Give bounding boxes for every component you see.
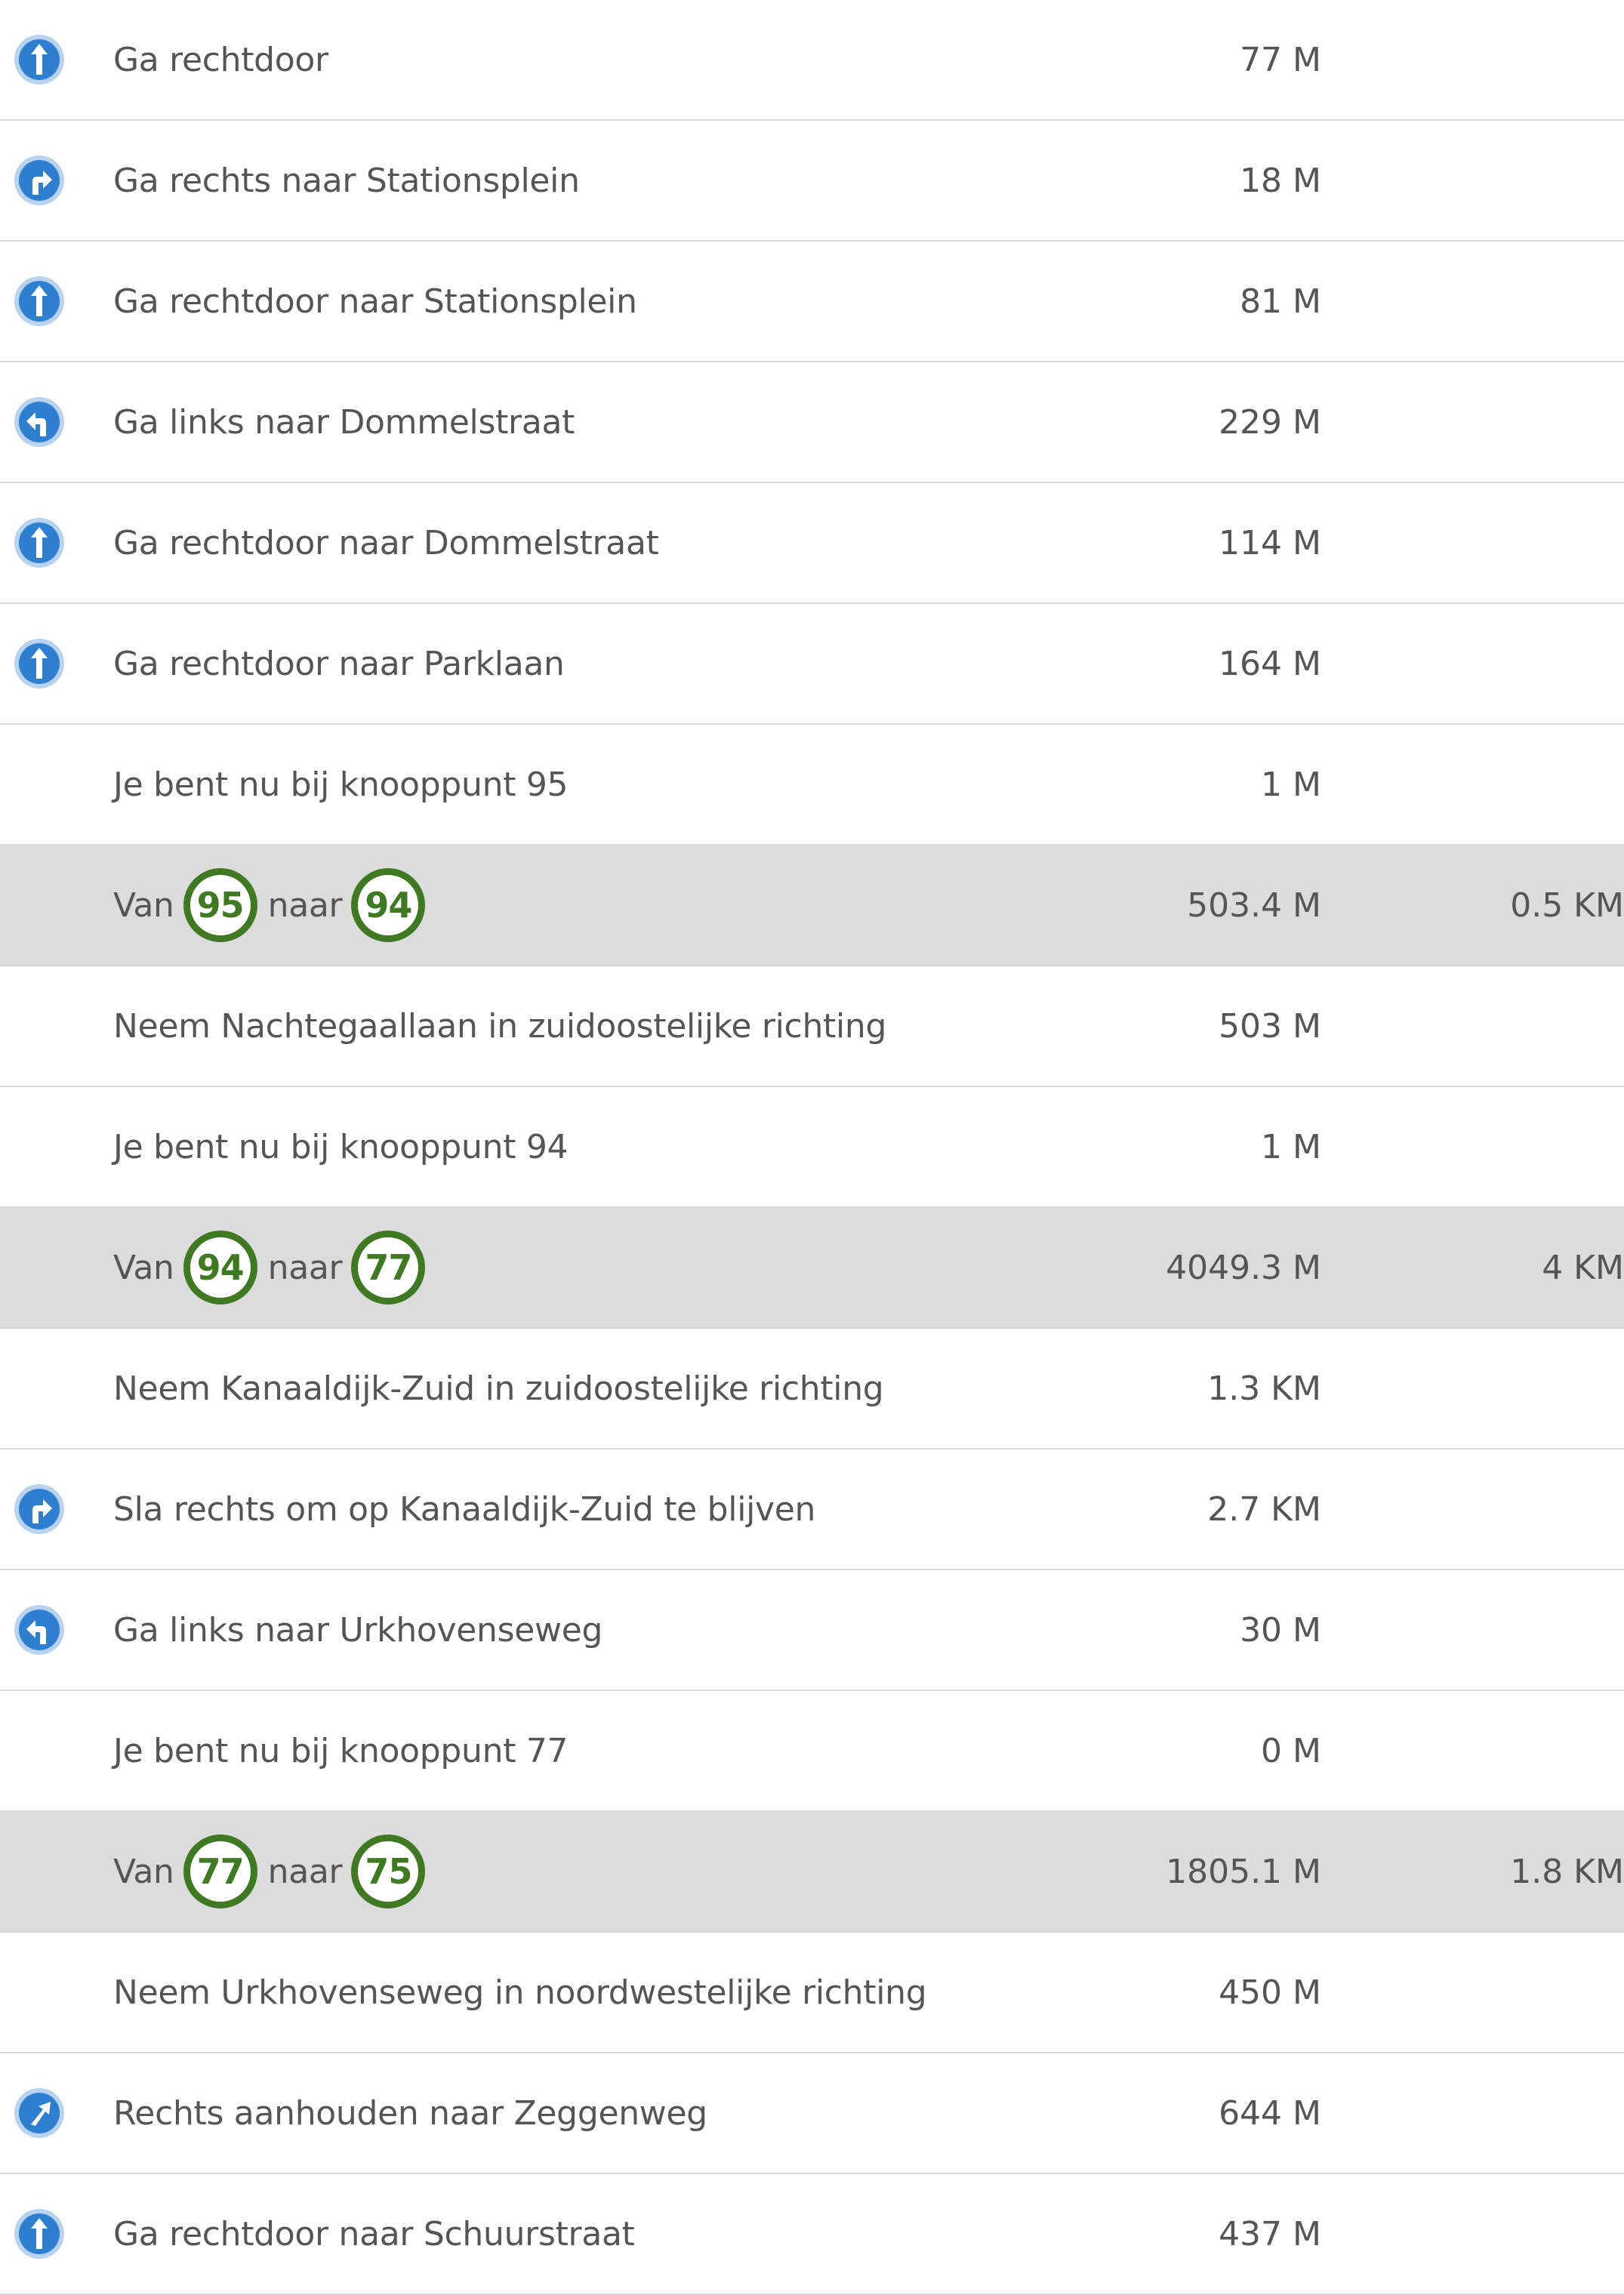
- segment-from-word: Van: [113, 1248, 174, 1287]
- node-badge-to: 77: [351, 1231, 426, 1305]
- step-instruction: Ga rechtdoor naar Stationsplein: [113, 282, 637, 321]
- turn-left-arrow-icon: [13, 1603, 66, 1656]
- route-step-row[interactable]: Ga rechtdoor naar Dommelstraat 114 M: [0, 483, 1624, 604]
- route-step-row[interactable]: Ga links naar Dommelstraat 229 M: [0, 362, 1624, 483]
- segment-label: Van 94 naar 77: [113, 1208, 426, 1327]
- route-step-row[interactable]: Neem Nachtegaallaan in zuidoostelijke ri…: [0, 966, 1624, 1087]
- route-step-row[interactable]: Je bent nu bij knooppunt 95 1 M: [0, 725, 1624, 846]
- step-instruction: Je bent nu bij knooppunt 94: [113, 1127, 569, 1166]
- route-step-row[interactable]: Ga rechtdoor naar Parklaan 164 M: [0, 604, 1624, 725]
- step-distance: 229 M: [1219, 402, 1321, 442]
- turn-right-arrow-icon: [13, 1483, 66, 1536]
- straight-arrow-icon: [13, 2207, 66, 2260]
- straight-arrow-icon: [13, 33, 66, 86]
- segment-from-word: Van: [113, 1852, 174, 1891]
- route-step-row[interactable]: Sla rechts om op Kanaaldijk-Zuid te blij…: [0, 1449, 1624, 1570]
- step-instruction: Sla rechts om op Kanaaldijk-Zuid te blij…: [113, 1489, 816, 1529]
- step-instruction: Je bent nu bij knooppunt 77: [113, 1731, 569, 1770]
- turn-left-arrow-icon: [13, 396, 66, 448]
- step-distance: 77 M: [1240, 40, 1321, 79]
- step-distance: 644 M: [1219, 2093, 1321, 2133]
- step-distance: 114 M: [1219, 523, 1321, 562]
- route-segment-row[interactable]: Van 94 naar 77 4049.3 M 4 KM: [0, 1208, 1624, 1329]
- segment-distance: 4049.3 M: [1166, 1248, 1321, 1287]
- route-segment-row[interactable]: Van 95 naar 94 503.4 M 0.5 KM: [0, 846, 1624, 966]
- step-instruction: Ga rechtdoor naar Schuurstraat: [113, 2214, 635, 2253]
- step-distance: 1 M: [1261, 1127, 1321, 1166]
- step-instruction: Ga rechts naar Stationsplein: [113, 161, 580, 200]
- step-distance: 503 M: [1219, 1006, 1321, 1046]
- step-instruction: Ga rechtdoor naar Dommelstraat: [113, 523, 659, 562]
- step-distance: 450 M: [1219, 1973, 1321, 2012]
- step-distance: 1 M: [1261, 765, 1321, 804]
- route-step-row[interactable]: Ga rechtdoor naar Stationsplein 81 M: [0, 242, 1624, 362]
- route-step-row[interactable]: Ga rechtdoor 77 M: [0, 0, 1624, 121]
- node-badge-from: 95: [183, 868, 257, 942]
- node-badge-to: 75: [351, 1834, 426, 1908]
- straight-arrow-icon: [13, 516, 66, 569]
- segment-label: Van 95 naar 94: [113, 846, 426, 965]
- segment-total-distance: 1.8 KM: [1510, 1852, 1624, 1891]
- step-distance: 2.7 KM: [1207, 1489, 1321, 1529]
- segment-from-word: Van: [113, 886, 174, 925]
- segment-to-word: naar: [267, 1852, 343, 1891]
- route-step-row[interactable]: Je bent nu bij knooppunt 77 0 M: [0, 1691, 1624, 1812]
- node-badge-from: 77: [183, 1834, 257, 1908]
- node-badge-to: 94: [351, 868, 426, 942]
- step-distance: 0 M: [1261, 1731, 1321, 1770]
- step-distance: 164 M: [1219, 644, 1321, 683]
- step-distance: 81 M: [1240, 282, 1321, 321]
- segment-to-word: naar: [267, 886, 343, 925]
- route-step-row[interactable]: Rechts aanhouden naar Zeggenweg 644 M: [0, 2053, 1624, 2174]
- step-instruction: Neem Urkhovenseweg in noordwestelijke ri…: [113, 1973, 927, 2012]
- route-segment-row[interactable]: Van 77 naar 75 1805.1 M 1.8 KM: [0, 1812, 1624, 1933]
- step-distance: 30 M: [1240, 1610, 1321, 1650]
- step-distance: 1.3 KM: [1207, 1369, 1321, 1408]
- step-instruction: Ga rechtdoor naar Parklaan: [113, 644, 565, 683]
- step-instruction: Je bent nu bij knooppunt 95: [113, 765, 569, 804]
- step-distance: 18 M: [1240, 161, 1321, 200]
- step-instruction: Ga links naar Urkhovenseweg: [113, 1610, 603, 1650]
- route-step-row[interactable]: Neem Urkhovenseweg in noordwestelijke ri…: [0, 1933, 1624, 2053]
- route-step-row[interactable]: Je bent nu bij knooppunt 94 1 M: [0, 1087, 1624, 1208]
- route-step-row[interactable]: Ga links naar Urkhovenseweg 30 M: [0, 1570, 1624, 1691]
- route-step-row[interactable]: Ga rechtdoor naar Schuurstraat 437 M: [0, 2174, 1624, 2295]
- step-distance: 437 M: [1219, 2214, 1321, 2253]
- step-instruction: Neem Nachtegaallaan in zuidoostelijke ri…: [113, 1006, 887, 1046]
- node-badge-from: 94: [183, 1231, 257, 1305]
- route-directions-list: Ga rechtdoor 77 M Ga rechts naar Stationsp…: [0, 0, 1624, 2295]
- route-step-row[interactable]: Ga rechts naar Stationsplein 18 M: [0, 121, 1624, 242]
- segment-distance: 1805.1 M: [1166, 1852, 1321, 1891]
- step-instruction: Ga rechtdoor: [113, 40, 328, 79]
- straight-arrow-icon: [13, 275, 66, 328]
- segment-total-distance: 4 KM: [1542, 1248, 1624, 1287]
- segment-total-distance: 0.5 KM: [1510, 886, 1624, 925]
- segment-distance: 503.4 M: [1187, 886, 1321, 925]
- straight-arrow-icon: [13, 637, 66, 690]
- step-instruction: Neem Kanaaldijk-Zuid in zuidoostelijke r…: [113, 1369, 884, 1408]
- step-instruction: Ga links naar Dommelstraat: [113, 402, 575, 442]
- route-step-row[interactable]: Neem Kanaaldijk-Zuid in zuidoostelijke r…: [0, 1329, 1624, 1449]
- turn-right-arrow-icon: [13, 154, 66, 207]
- step-instruction: Rechts aanhouden naar Zeggenweg: [113, 2093, 707, 2133]
- keep-right-arrow-icon: [13, 2087, 66, 2139]
- segment-to-word: naar: [267, 1248, 343, 1287]
- segment-label: Van 77 naar 75: [113, 1812, 426, 1931]
